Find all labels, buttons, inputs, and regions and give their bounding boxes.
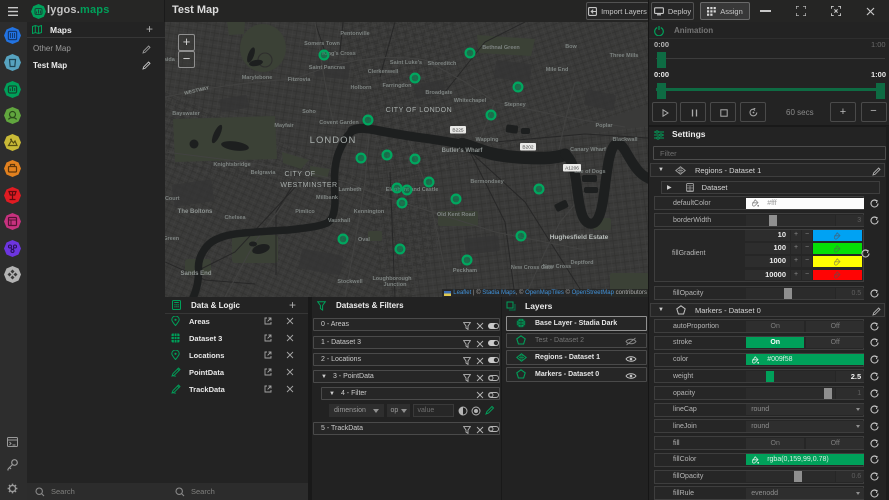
svg-text:Shoreditch: Shoreditch: [428, 61, 457, 67]
svg-text:Marylebone: Marylebone: [242, 75, 273, 81]
svg-text:Peckham: Peckham: [453, 268, 477, 274]
svg-text:Blackwall: Blackwall: [612, 137, 638, 143]
svg-text:Mile End: Mile End: [546, 67, 569, 73]
svg-text:Somers Town: Somers Town: [304, 41, 340, 47]
svg-text:Canary Wharf: Canary Wharf: [570, 147, 606, 153]
svg-text:s Court: s Court: [165, 196, 180, 202]
svg-text:Bermondsey: Bermondsey: [470, 179, 504, 185]
svg-text:New Cross: New Cross: [543, 264, 571, 270]
svg-text:Poplar: Poplar: [595, 123, 613, 129]
svg-text:CITY OF LONDON: CITY OF LONDON: [386, 107, 452, 114]
svg-text:Fitzrovia: Fitzrovia: [288, 77, 312, 83]
svg-text:Bow: Bow: [565, 44, 577, 50]
svg-text:Knightsbridge: Knightsbridge: [213, 162, 250, 168]
svg-text:Junction: Junction: [384, 282, 408, 288]
svg-text:Three Mills: Three Mills: [610, 53, 639, 59]
svg-text:B202: B202: [522, 145, 534, 151]
svg-text:LONDON: LONDON: [310, 135, 357, 146]
svg-text:Mayfair: Mayfair: [274, 123, 294, 129]
svg-text:Saint Luke's: Saint Luke's: [390, 60, 422, 66]
svg-text:Stockwell: Stockwell: [337, 279, 363, 285]
svg-text:Pimlico: Pimlico: [295, 209, 315, 215]
svg-text:Deptford: Deptford: [571, 260, 594, 266]
svg-text:Lambeth: Lambeth: [339, 187, 363, 193]
svg-text:Holborn: Holborn: [350, 85, 372, 91]
svg-text:B225: B225: [452, 128, 464, 134]
svg-text:Hughesfield Estate: Hughesfield Estate: [550, 234, 609, 241]
svg-text:Bethnal Green: Bethnal Green: [482, 45, 520, 51]
svg-text:A1206: A1206: [565, 166, 579, 172]
svg-text:Chelsea: Chelsea: [224, 215, 246, 221]
svg-text:Soho: Soho: [302, 109, 316, 115]
svg-text:Covent Garden: Covent Garden: [319, 120, 359, 126]
svg-text:Oval: Oval: [358, 237, 370, 243]
svg-text:Sands End: Sands End: [180, 271, 211, 277]
svg-text:Pentonville: Pentonville: [340, 31, 369, 37]
svg-text:Wapping: Wapping: [475, 137, 498, 143]
svg-text:Butler's Wharf: Butler's Wharf: [442, 148, 484, 154]
svg-text:The Boltons: The Boltons: [178, 209, 213, 215]
svg-text:Belgravia: Belgravia: [251, 170, 277, 176]
svg-text:WESTMINSTER: WESTMINSTER: [280, 182, 337, 189]
svg-text:Maida: Maida: [165, 57, 176, 63]
svg-text:Whitechapel: Whitechapel: [454, 98, 487, 104]
svg-text:Bayswater: Bayswater: [172, 111, 200, 117]
svg-text:Broadgate: Broadgate: [425, 90, 452, 96]
svg-text:Farringdon: Farringdon: [382, 83, 412, 89]
svg-text:CITY OF: CITY OF: [285, 171, 316, 178]
svg-text:Saint Pancras: Saint Pancras: [309, 65, 345, 71]
svg-text:Clerkenwell: Clerkenwell: [368, 69, 399, 75]
svg-text:m Green: m Green: [165, 236, 180, 242]
svg-text:Kennington: Kennington: [354, 209, 385, 215]
svg-text:Old Kent Road: Old Kent Road: [437, 212, 475, 218]
svg-text:Millbank: Millbank: [316, 195, 339, 201]
svg-text:Stepney: Stepney: [504, 102, 526, 108]
svg-text:Vauxhall: Vauxhall: [328, 218, 351, 224]
